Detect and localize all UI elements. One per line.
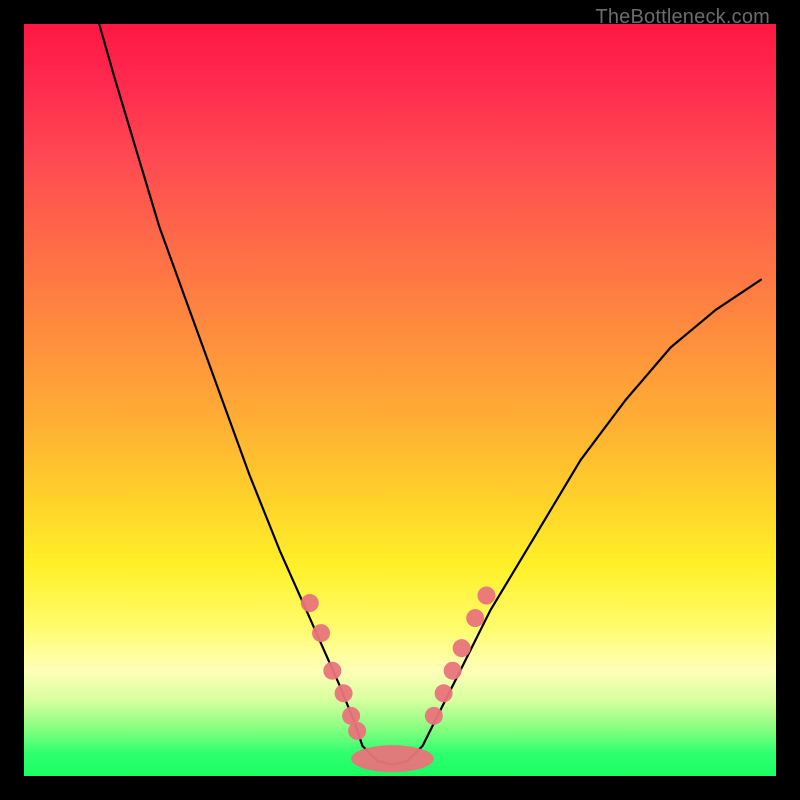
left-arm-bead-2 [323,662,341,680]
right-arm-bead-0 [425,707,443,725]
right-arm-bead-4 [466,609,484,627]
watermark-text: TheBottleneck.com [595,6,770,29]
bottleneck-curve [99,24,761,765]
right-arm-bead-5 [477,587,495,605]
right-arm-bead-3 [453,639,471,657]
curve-svg [24,24,776,776]
chart-frame: TheBottleneck.com [0,0,800,800]
left-arm-bead-3 [335,684,353,702]
valley-blob [351,745,434,772]
right-arm-bead-2 [444,662,462,680]
left-arm-bead-0 [301,594,319,612]
right-arm-bead-1 [435,684,453,702]
left-arm-bead-1 [312,624,330,642]
left-arm-bead-5 [348,722,366,740]
plot-area [24,24,776,776]
left-arm-beads-group [301,594,366,740]
right-arm-beads-group [425,587,496,725]
